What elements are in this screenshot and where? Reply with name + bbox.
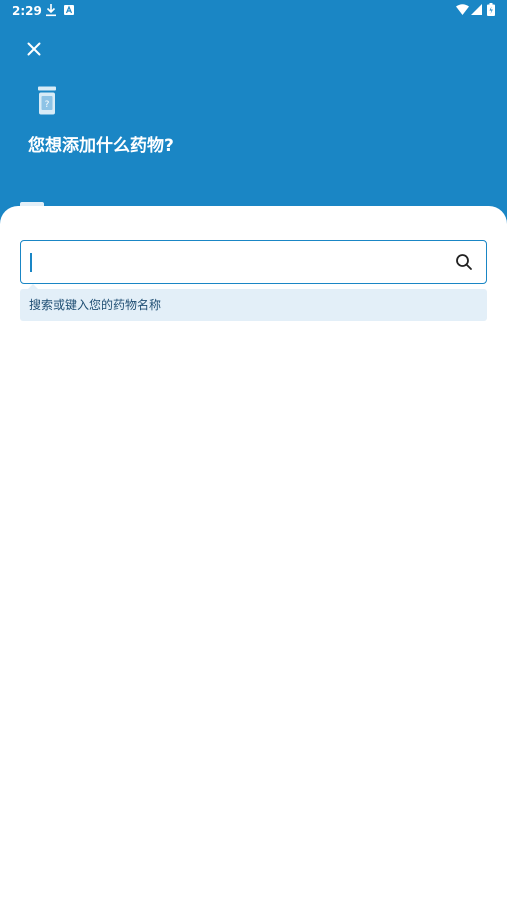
search-box[interactable] [20, 240, 487, 284]
search-icon[interactable] [455, 253, 473, 271]
wifi-icon [456, 4, 469, 15]
search-sheet: 搜索或键入您的药物名称 [0, 206, 507, 901]
search-input[interactable] [29, 249, 439, 275]
a-notification-icon [64, 5, 74, 15]
header: 2:29 ? 您想添加什么药物? [0, 0, 507, 230]
medicine-bottle-question-icon: ? [38, 86, 56, 115]
battery-icon [487, 3, 495, 16]
status-bar: 2:29 [0, 0, 507, 22]
close-icon [27, 42, 41, 56]
page-title: 您想添加什么药物? [28, 136, 174, 156]
close-button[interactable] [20, 35, 48, 63]
signal-icon [471, 4, 482, 15]
download-icon [46, 4, 56, 17]
svg-text:?: ? [45, 100, 50, 110]
text-caret [30, 253, 32, 272]
search-hint: 搜索或键入您的药物名称 [20, 289, 487, 321]
status-time: 2:29 [12, 4, 42, 18]
